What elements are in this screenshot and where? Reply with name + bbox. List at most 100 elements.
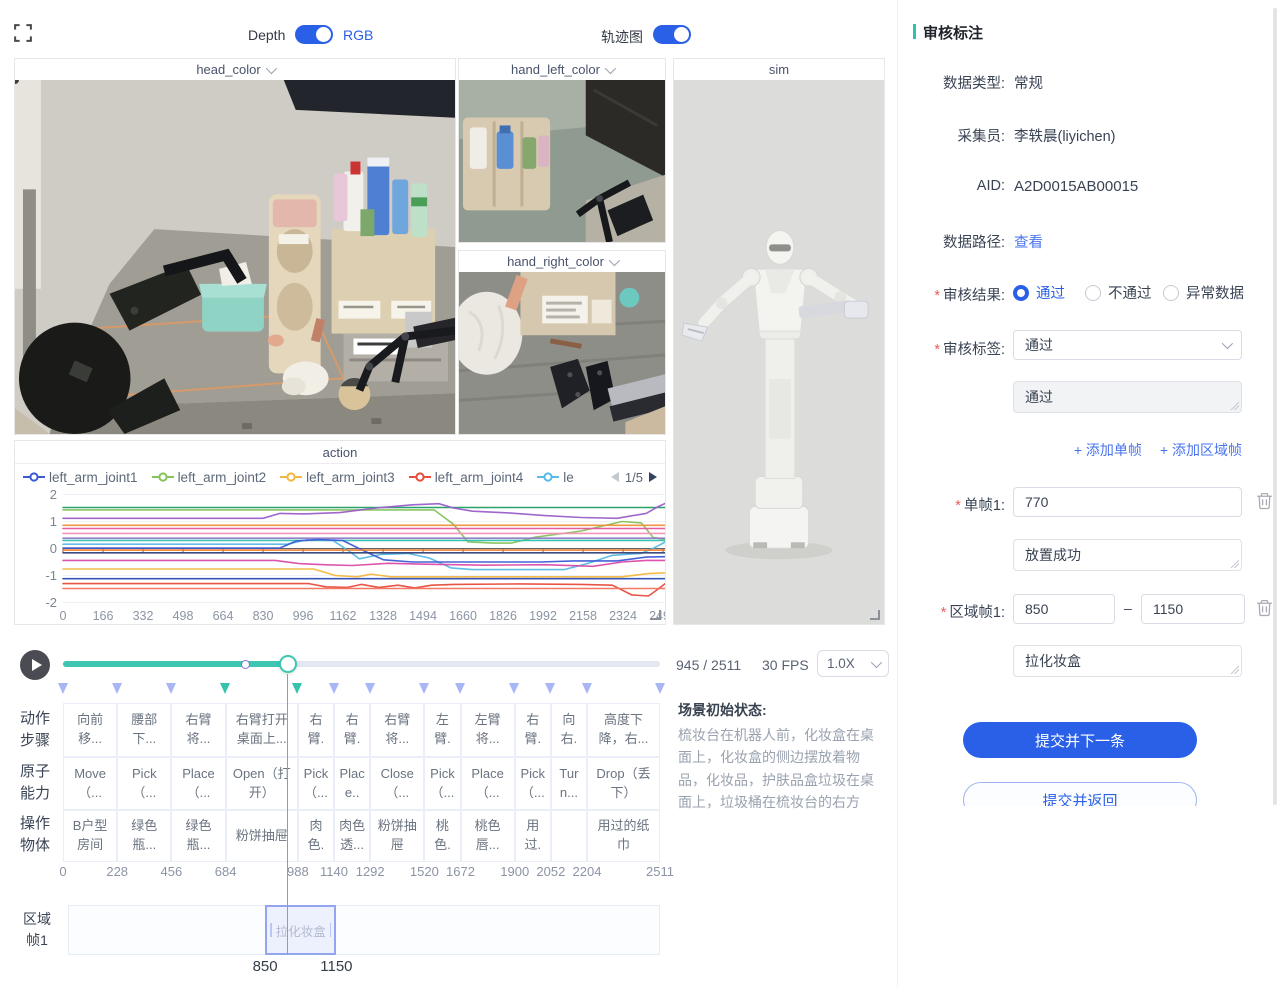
frame-axis-tick: 0 [59,864,66,879]
segment-left-handle[interactable] [270,923,272,937]
timeline-marker[interactable] [220,683,230,694]
frame-axis-tick: 1520 [410,864,439,879]
scrollbar-thumb[interactable] [1273,8,1277,805]
frame-axis-tick: 2052 [536,864,565,879]
object-cell: 绿色瓶... [117,810,171,862]
chart-y-tick-label: 0 [15,541,57,556]
depth-rgb-toggle[interactable] [295,25,333,44]
range-separator: – [1124,600,1132,616]
hand-left-camera-scene [459,80,665,242]
head-camera-image [15,80,455,434]
depth-label: Depth [248,27,285,43]
review-result-label: *审核结果: [897,284,1005,305]
region-track-bar[interactable] [68,905,660,955]
chart-x-tick-label: 2158 [569,609,597,623]
legend-marker-icon [537,472,559,482]
trajectory-toggle[interactable] [653,25,691,44]
playhead-knob[interactable] [279,655,297,673]
add-single-frame-link[interactable]: + 添加单帧 [1074,440,1142,460]
chart-plot-area[interactable]: 210-1-2 [15,489,665,610]
timeline-marker[interactable] [112,683,122,694]
region-end-input[interactable]: 1150 [1141,594,1245,624]
timeline-marker[interactable] [455,683,465,694]
resize-handle-icon[interactable] [870,610,880,620]
legend-prev-icon[interactable] [611,472,619,482]
radio-fail[interactable]: 不通过 [1085,282,1152,303]
object-cell: 肉色透... [334,810,370,862]
single-frame-desc[interactable]: 放置成功 [1013,539,1242,571]
legend-next-icon[interactable] [649,472,657,482]
radio-pass[interactable]: 通过 [1013,282,1065,303]
required-asterisk: * [934,342,940,358]
hand-left-camera-panel: hand_left_color [458,58,666,243]
review-tag-note[interactable]: 通过 [1013,381,1242,413]
timeline-marker[interactable] [545,683,555,694]
action-step-cell: 向右. [551,703,587,757]
action-step-cell: 右臂将... [171,703,225,757]
region-frame-desc[interactable]: 拉化妆盒 [1013,645,1242,677]
timeline-marker[interactable] [582,683,592,694]
legend-item[interactable]: left_arm_joint3 [280,470,395,485]
review-tag-label: *审核标签: [897,338,1005,359]
resize-handle-icon[interactable] [651,610,661,620]
aid-label: AID: [897,178,1005,194]
sim-viewport[interactable] [674,80,884,624]
legend-page-indicator: 1/5 [625,470,643,485]
region-track-label: 区域帧1 [18,908,56,952]
atomic-ability-cell: Move（... [63,757,117,810]
legend-item[interactable]: left_arm_joint4 [409,470,524,485]
speed-select[interactable]: 1.0X [817,650,889,677]
timeline-marker[interactable] [365,683,375,694]
chart-x-tick-label: 996 [293,609,314,623]
chart-x-tick-label: 1162 [330,609,357,623]
head-camera-title[interactable]: head_color [15,59,455,81]
legend-marker-icon [152,472,174,482]
chevron-down-icon [265,62,276,73]
add-region-frame-link[interactable]: + 添加区域帧 [1160,440,1242,460]
hand-right-camera-image [459,272,665,434]
chart-y-tick-label: 2 [15,489,57,502]
legend-label: left_arm_joint2 [178,470,267,485]
object-cell [551,810,587,862]
timeline-marker[interactable] [509,683,519,694]
action-step-cell: 右臂. [334,703,370,757]
hand-left-camera-title[interactable]: hand_left_color [459,59,665,81]
legend-item[interactable]: le [537,470,574,485]
radio-abnormal-label: 异常数据 [1186,282,1244,303]
region-start-input[interactable]: 850 [1013,594,1115,624]
timeline-marker[interactable] [329,683,339,694]
region-segment[interactable]: 拉化妆盒 [265,905,336,955]
timeline-marker[interactable] [58,683,68,694]
legend-item[interactable]: left_arm_joint1 [23,470,138,485]
submit-next-button[interactable]: 提交并下一条 [963,722,1197,758]
play-button[interactable] [20,650,50,680]
submit-return-button[interactable]: 提交并返回 [963,782,1197,806]
aid-value: A2D0015AB00015 [1014,178,1138,195]
delete-region-frame-icon[interactable] [1256,599,1273,617]
frame-axis-tick: 684 [215,864,237,879]
single-frame-dot-marker[interactable] [241,660,250,669]
hand-right-camera-title-label: hand_right_color [507,254,604,269]
timeline-marker[interactable] [655,683,665,694]
timeline-marker[interactable] [166,683,176,694]
radio-abnormal[interactable]: 异常数据 [1163,282,1244,303]
review-tag-selected: 通过 [1025,335,1053,355]
data-path-view-link[interactable]: 查看 [1014,231,1043,252]
chart-x-tick-label: 664 [213,609,234,623]
delete-single-frame-icon[interactable] [1256,492,1273,510]
single-frame-input[interactable]: 770 [1013,487,1242,517]
hand-right-camera-title[interactable]: hand_right_color [459,251,665,273]
frame-axis: 0228456684988114012921520167219002052220… [0,864,897,880]
legend-item[interactable]: left_arm_joint2 [152,470,267,485]
chart-legend: left_arm_joint1 left_arm_joint2 left_arm_j… [15,464,665,490]
action-step-cell: 腰部下... [117,703,171,757]
legend-marker-icon [409,472,431,482]
timeline-marker[interactable] [292,683,302,694]
timeline-marker[interactable] [419,683,429,694]
chevron-down-icon [609,254,620,265]
submit-return-clip: 提交并返回 [963,782,1197,806]
segment-right-handle[interactable] [330,923,332,937]
review-tag-select[interactable]: 通过 [1013,330,1242,360]
hand-right-camera-panel: hand_right_color [458,250,666,435]
fullscreen-icon[interactable] [14,24,32,42]
